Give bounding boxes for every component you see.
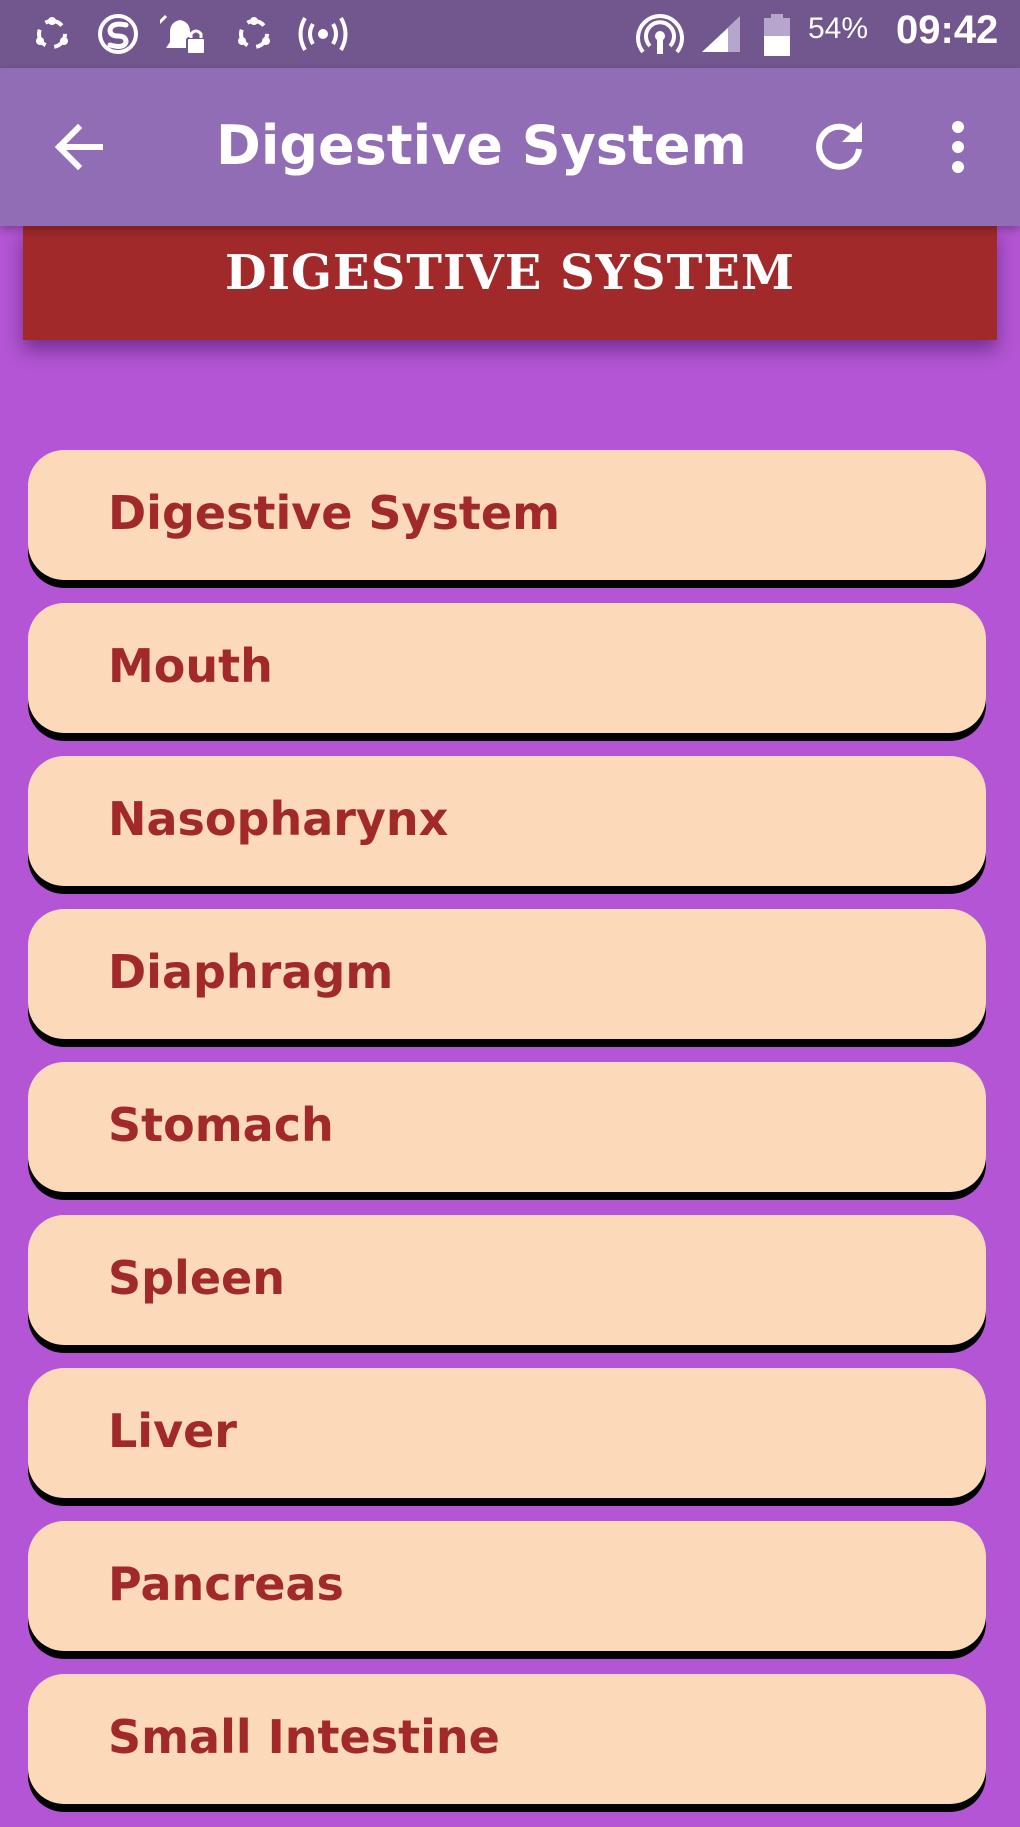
app-bar: Digestive System	[0, 68, 1020, 226]
sync-alt-icon	[232, 14, 276, 54]
list-item-nasopharynx[interactable]: Nasopharynx	[28, 756, 986, 886]
list-item-diaphragm[interactable]: Diaphragm	[28, 909, 986, 1039]
notification-lock-icon	[160, 14, 206, 55]
list-item-label: Nasopharynx	[108, 792, 449, 846]
app-bar-title: Digestive System	[216, 114, 747, 177]
list-item-label: Spleen	[108, 1251, 285, 1305]
more-vert-icon	[936, 121, 980, 184]
list-item-label: Digestive System	[108, 486, 561, 540]
broadcast-icon	[296, 14, 350, 54]
list-item-liver[interactable]: Liver	[28, 1368, 986, 1498]
list-item-label: Stomach	[108, 1098, 334, 1152]
arrow-left-icon	[48, 123, 114, 184]
list-item-label: Mouth	[108, 639, 273, 693]
battery-icon	[762, 14, 792, 56]
list-item-pancreas[interactable]: Pancreas	[28, 1521, 986, 1651]
back-button[interactable]	[48, 114, 114, 180]
clock: 09:42	[896, 8, 999, 52]
refresh-icon	[808, 122, 870, 180]
status-bar: 54% 09:42	[0, 0, 1020, 68]
header-banner: DIGESTIVE SYSTEM	[23, 226, 997, 340]
list-item-small-intestine[interactable]: Small Intestine	[28, 1674, 986, 1804]
list-item-stomach[interactable]: Stomach	[28, 1062, 986, 1192]
list-item-label: Pancreas	[108, 1557, 344, 1611]
banner-title: DIGESTIVE SYSTEM	[224, 245, 796, 301]
topic-list: Digestive System Mouth Nasopharynx Diaph…	[28, 450, 986, 1827]
list-item-label: Liver	[108, 1404, 237, 1458]
sync-icon	[30, 14, 74, 54]
list-item-mouth[interactable]: Mouth	[28, 603, 986, 733]
refresh-button[interactable]	[808, 114, 870, 176]
s-app-icon	[96, 14, 140, 54]
hotspot-icon	[636, 14, 684, 54]
list-item-label: Small Intestine	[108, 1710, 500, 1764]
more-options-button[interactable]	[936, 114, 980, 180]
signal-icon	[700, 14, 744, 54]
list-item-digestive-system[interactable]: Digestive System	[28, 450, 986, 580]
list-item-spleen[interactable]: Spleen	[28, 1215, 986, 1345]
battery-percentage: 54%	[808, 12, 869, 45]
list-item-label: Diaphragm	[108, 945, 394, 999]
